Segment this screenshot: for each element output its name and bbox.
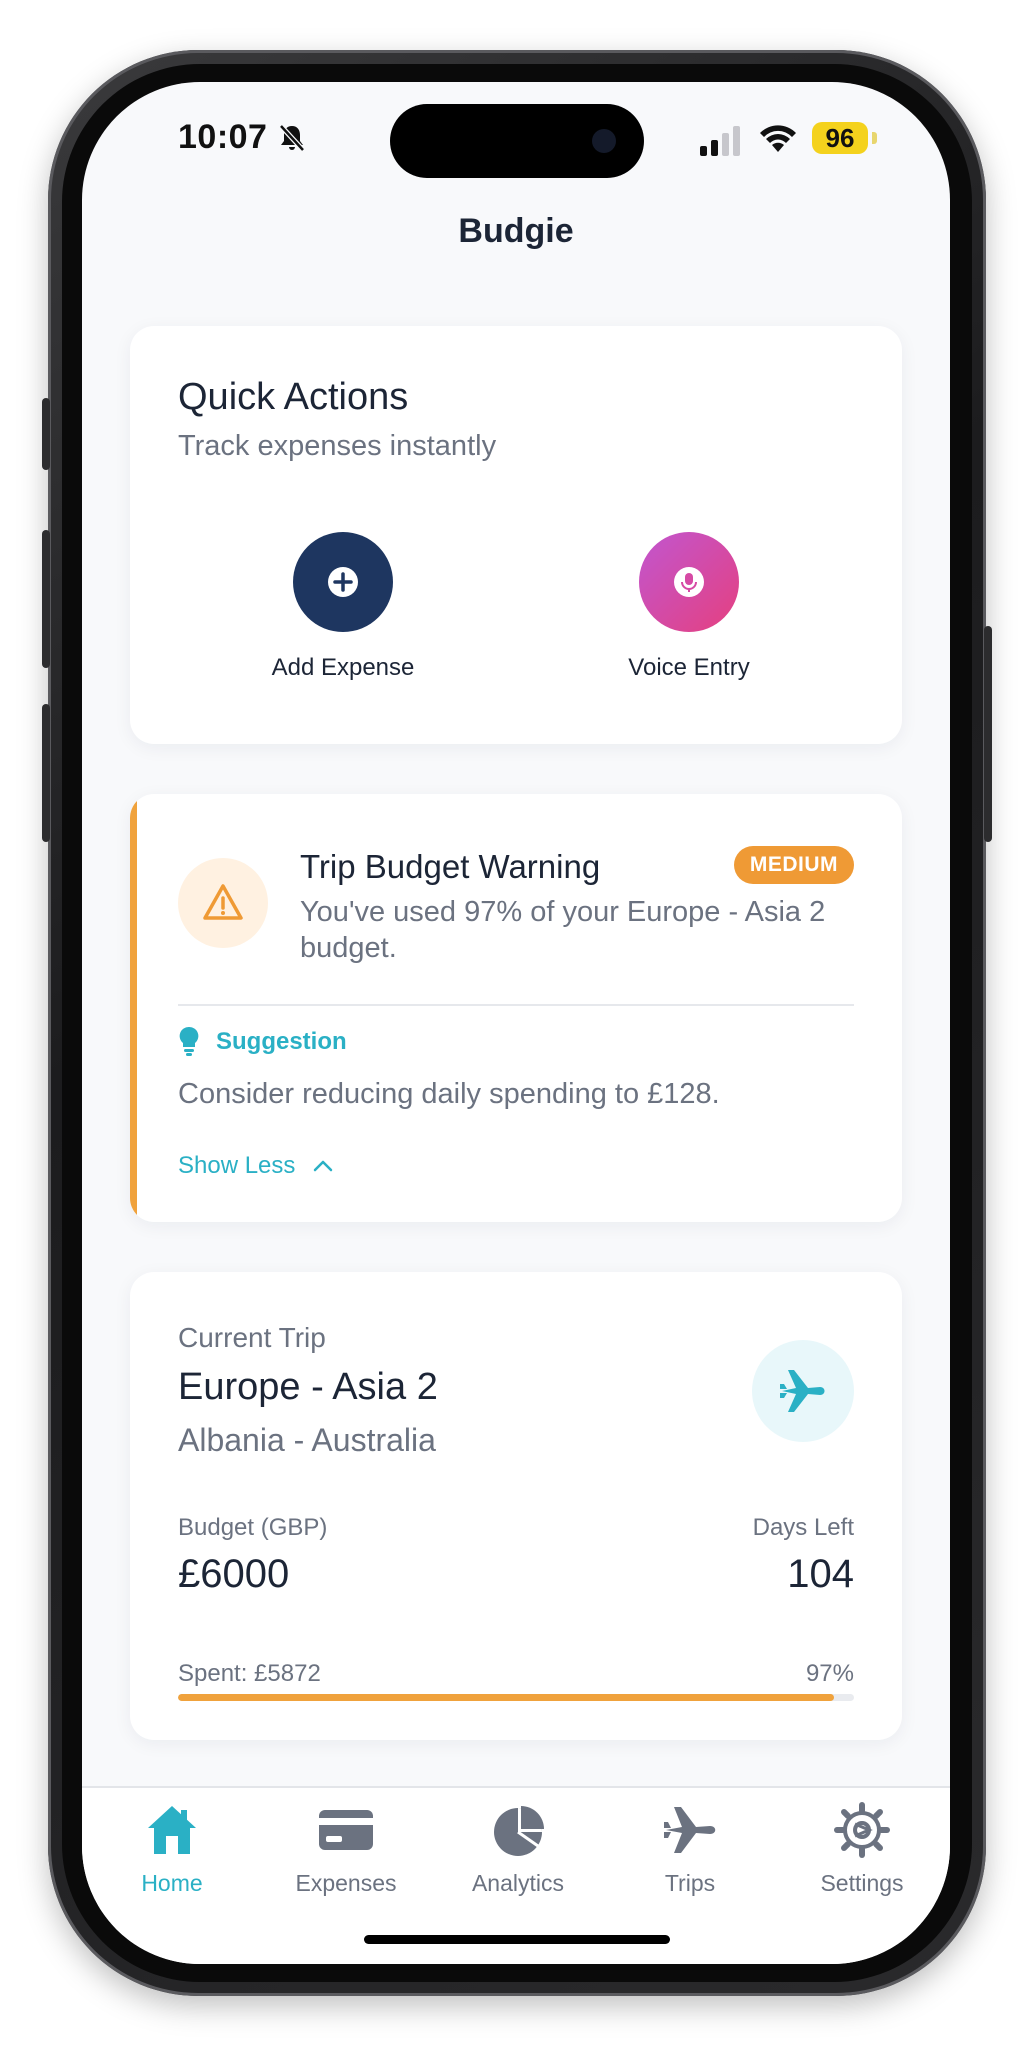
card-icon xyxy=(319,1810,373,1850)
wifi-icon xyxy=(760,125,796,152)
tab-trips[interactable]: Trips xyxy=(610,1802,770,1912)
budget-progress-track xyxy=(178,1694,854,1701)
dynamic-island xyxy=(390,104,644,178)
side-button-volume-down xyxy=(42,704,50,842)
show-less-label: Show Less xyxy=(178,1152,296,1179)
bell-slash-icon xyxy=(279,124,305,152)
chevron-up-icon xyxy=(314,1160,333,1172)
warning-icon-bubble xyxy=(178,858,268,948)
trip-icon-bubble xyxy=(752,1340,854,1442)
side-button-volume-up xyxy=(42,530,50,668)
days-left-label: Days Left xyxy=(752,1514,854,1541)
tab-bar: Home Expenses Analytics Trips Settings xyxy=(82,1786,950,1964)
airplane-icon xyxy=(664,1807,716,1853)
spent-percent: 97% xyxy=(805,1660,854,1687)
voice-entry-circle[interactable] xyxy=(639,532,739,632)
tab-home[interactable]: Home xyxy=(92,1802,252,1912)
status-time: 10:07 xyxy=(178,118,268,156)
voice-entry-label: Voice Entry xyxy=(628,654,750,681)
page-title: Budgie xyxy=(458,212,574,250)
tab-settings[interactable]: Settings xyxy=(782,1802,942,1912)
divider xyxy=(178,1004,854,1006)
warning-triangle-icon xyxy=(203,884,243,920)
side-button-mute xyxy=(42,398,50,470)
trip-route: Albania - Australia xyxy=(178,1422,436,1458)
trip-name: Europe - Asia 2 xyxy=(178,1366,438,1408)
budget-progress-fill xyxy=(178,1694,834,1701)
voice-entry-button[interactable]: Voice Entry xyxy=(559,532,819,692)
quick-actions-title: Quick Actions xyxy=(178,376,409,418)
home-indicator xyxy=(364,1935,670,1944)
tab-home-label: Home xyxy=(141,1870,203,1896)
tab-analytics-label: Analytics xyxy=(471,1870,565,1896)
status-bar: 10:07 96 xyxy=(82,82,950,192)
warning-title: Trip Budget Warning xyxy=(300,848,601,885)
spent-amount: Spent: £5872 xyxy=(178,1660,321,1687)
tab-trips-label: Trips xyxy=(664,1870,716,1896)
days-left-value: 104 xyxy=(787,1552,854,1596)
tab-expenses-label: Expenses xyxy=(295,1870,397,1896)
side-button-power xyxy=(984,626,992,842)
battery-nub xyxy=(872,132,877,144)
camera-lens xyxy=(592,129,616,153)
tab-settings-label: Settings xyxy=(820,1870,904,1896)
tab-expenses[interactable]: Expenses xyxy=(266,1802,426,1912)
severity-badge: MEDIUM xyxy=(733,846,854,884)
pie-chart-icon xyxy=(494,1806,544,1856)
current-trip-card[interactable]: Current Trip Europe - Asia 2 Albania - A… xyxy=(130,1272,902,1740)
suggestion-label: Suggestion xyxy=(216,1028,347,1055)
show-less-button[interactable]: Show Less xyxy=(178,1150,335,1182)
quick-actions-card: Quick Actions Track expenses instantly A… xyxy=(130,326,902,744)
budget-label: Budget (GBP) xyxy=(178,1514,328,1541)
warning-accent-bar xyxy=(130,794,137,1222)
tab-analytics[interactable]: Analytics xyxy=(438,1802,598,1912)
lightbulb-icon xyxy=(179,1026,199,1056)
cellular-signal-icon xyxy=(700,126,740,156)
phone-screen: 10:07 96 Budgie Quick Actions Track expe… xyxy=(82,82,950,1964)
home-icon xyxy=(148,1806,196,1854)
add-expense-circle[interactable] xyxy=(293,532,393,632)
warning-message: You've used 97% of your Europe - Asia 2 … xyxy=(300,896,826,964)
add-expense-button[interactable]: Add Expense xyxy=(213,532,473,692)
add-expense-label: Add Expense xyxy=(271,654,415,681)
suggestion-text: Consider reducing daily spending to £128… xyxy=(178,1078,720,1110)
current-trip-label: Current Trip xyxy=(178,1322,326,1353)
quick-actions-subtitle: Track expenses instantly xyxy=(178,430,497,462)
budget-value: £6000 xyxy=(178,1552,290,1596)
battery-icon: 96 xyxy=(812,122,868,154)
airplane-icon xyxy=(780,1370,825,1412)
microphone-icon xyxy=(674,567,704,597)
gear-icon xyxy=(834,1802,890,1858)
plus-circle-icon xyxy=(328,567,358,597)
budget-warning-card: Trip Budget Warning MEDIUM You've used 9… xyxy=(130,794,902,1222)
